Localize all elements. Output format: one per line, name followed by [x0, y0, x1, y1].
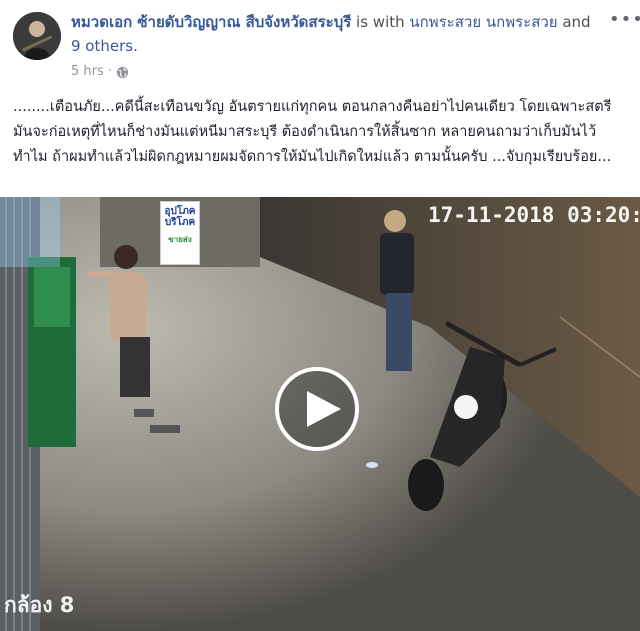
- roadside-sign: อุปโภค บริโภค ขายส่ง: [160, 201, 200, 265]
- period-text: .: [133, 37, 138, 55]
- play-button[interactable]: [275, 367, 359, 451]
- tagged-user-link[interactable]: นกพระสวย นกพระสวย: [409, 13, 557, 31]
- sign-line-1: อุปโภค: [164, 206, 196, 217]
- sign-line-3: ขายส่ง: [168, 235, 192, 244]
- and-text: and: [557, 13, 591, 31]
- post-attribution: หมวดเอก ซ้ายดับวิญญาณ สืบจังหวัดสระบุรี …: [71, 10, 591, 58]
- post-meta: 5 hrs ·: [71, 62, 129, 82]
- post-body: ........เตือนภัย...คดีนี้สะเทือนขวัญ อัน…: [13, 99, 612, 165]
- post-time[interactable]: 5 hrs: [71, 62, 104, 82]
- with-text: is with: [351, 13, 410, 31]
- play-icon: [307, 391, 341, 427]
- globe-icon[interactable]: [116, 66, 129, 79]
- meta-separator: ·: [107, 64, 112, 79]
- others-link[interactable]: 9 others: [71, 37, 133, 55]
- ellipsis-icon[interactable]: •••: [609, 10, 640, 30]
- sign-line-2: บริโภค: [164, 217, 196, 228]
- post-header: หมวดเอก ซ้ายดับวิญญาณ สืบจังหวัดสระบุรี …: [0, 0, 640, 90]
- camera-label: กล้อง 8: [4, 593, 75, 617]
- video-player[interactable]: อุปโภค บริโภค ขายส่ง 17-11-2018 03:20:57…: [0, 197, 640, 631]
- cctv-timestamp: 17-11-2018 03:20:57: [428, 203, 640, 227]
- avatar[interactable]: [13, 12, 61, 60]
- author-name[interactable]: หมวดเอก ซ้ายดับวิญญาณ สืบจังหวัดสระบุรี: [71, 13, 351, 31]
